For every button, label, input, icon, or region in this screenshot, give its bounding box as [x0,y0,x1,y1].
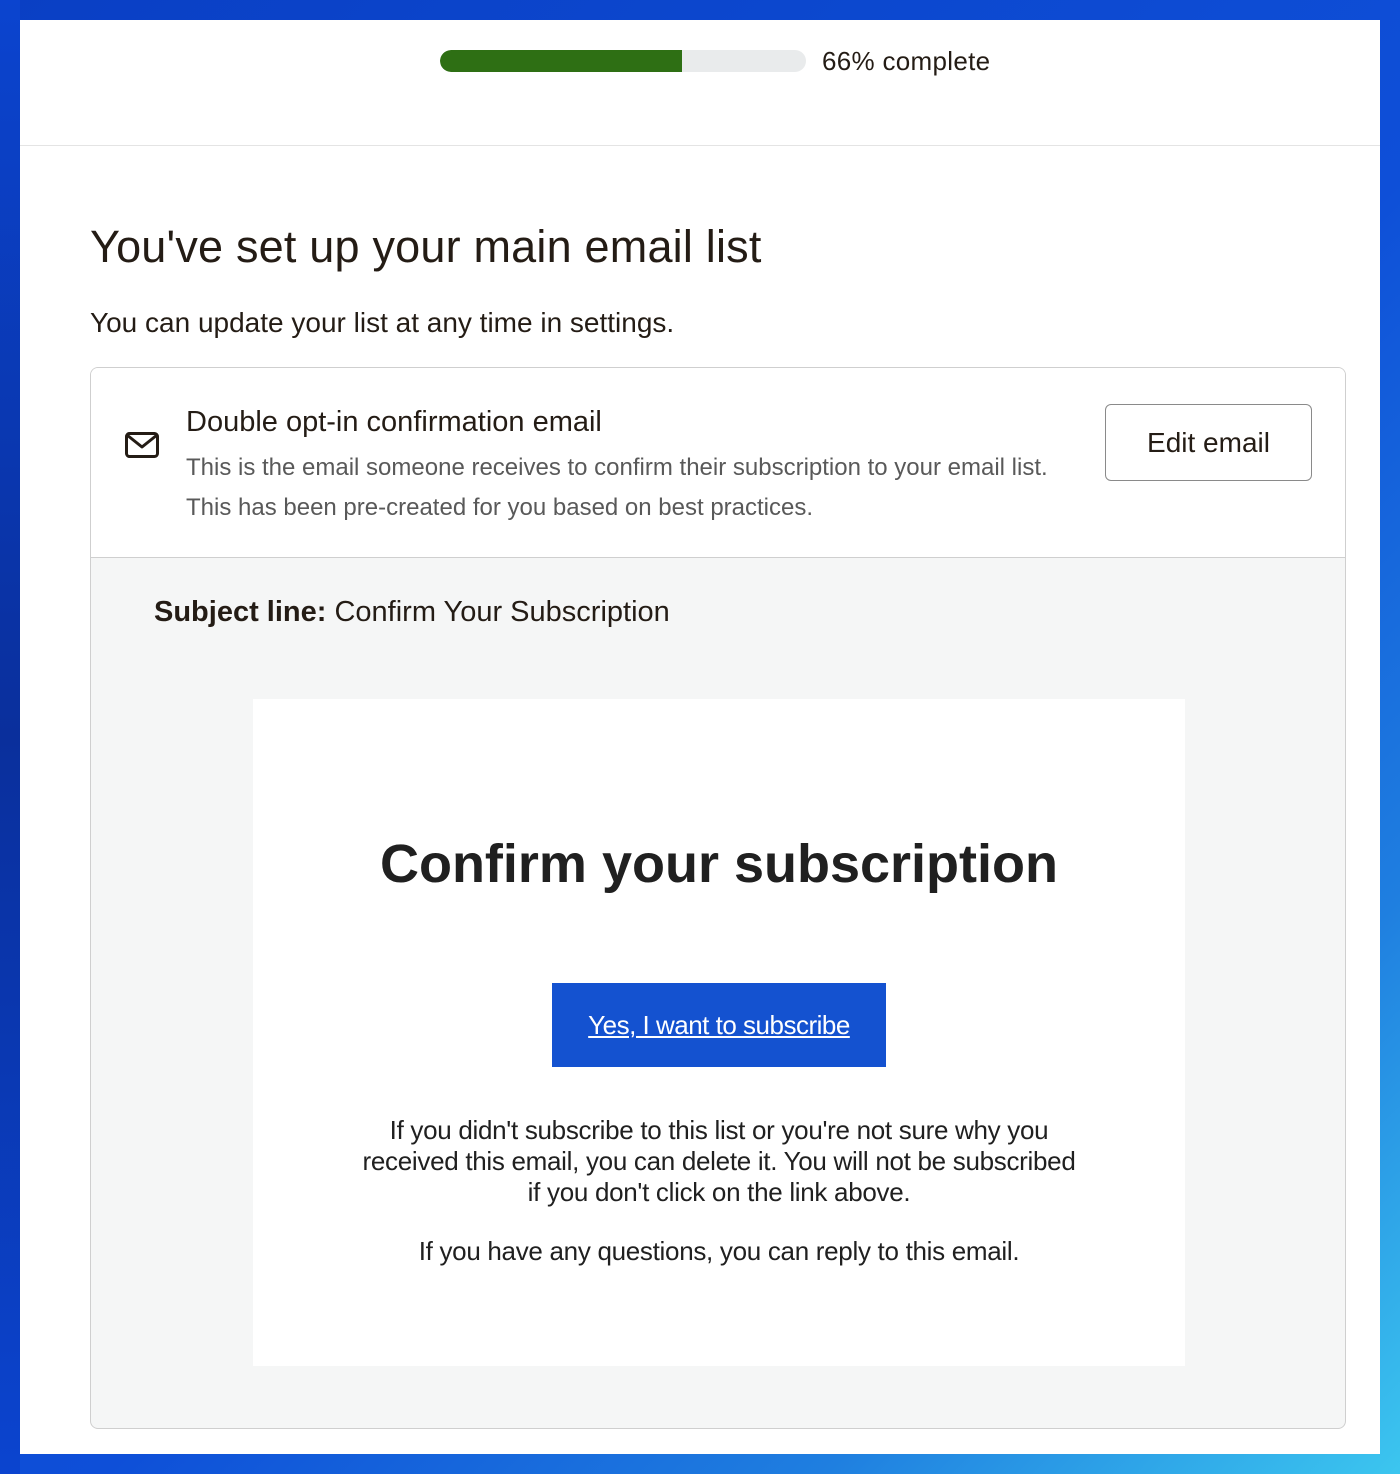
subscribe-button[interactable]: Yes, I want to subscribe [552,983,886,1068]
card-header: Double opt-in confirmation email This is… [91,368,1345,559]
progress-bar-fill [440,50,682,72]
card-title: Double opt-in confirmation email [186,406,602,439]
page-subtitle: You can update your list at any time in … [90,306,675,338]
app-window: 66% complete You've set up your main ema… [20,20,1380,1454]
email-heading: Confirm your subscription [379,834,1059,895]
card-description: This is the email someone receives to co… [186,454,1048,522]
edit-email-button[interactable]: Edit email [1105,404,1312,482]
desktop-backdrop [0,0,20,1474]
main-content: You've set up your main email list You c… [20,221,1380,1430]
subject-line-label: Subject line: [154,596,327,629]
subject-line: Subject line: Confirm Your Subscription [154,596,670,629]
progress-bar [440,50,806,72]
email-reply-note: If you have any questions, you can reply… [418,1236,1020,1267]
email-body-paragraph: If you didn't subscribe to this list or … [362,1115,1076,1208]
mail-icon [125,432,159,459]
page-title: You've set up your main email list [90,221,762,272]
progress-header: 66% complete [20,20,1380,146]
subject-line-value: Confirm Your Subscription [334,596,670,629]
progress-label: 66% complete [822,46,991,76]
confirmation-email-card: Double opt-in confirmation email This is… [90,367,1346,1430]
email-preview: Confirm your subscription Yes, I want to… [253,699,1185,1367]
